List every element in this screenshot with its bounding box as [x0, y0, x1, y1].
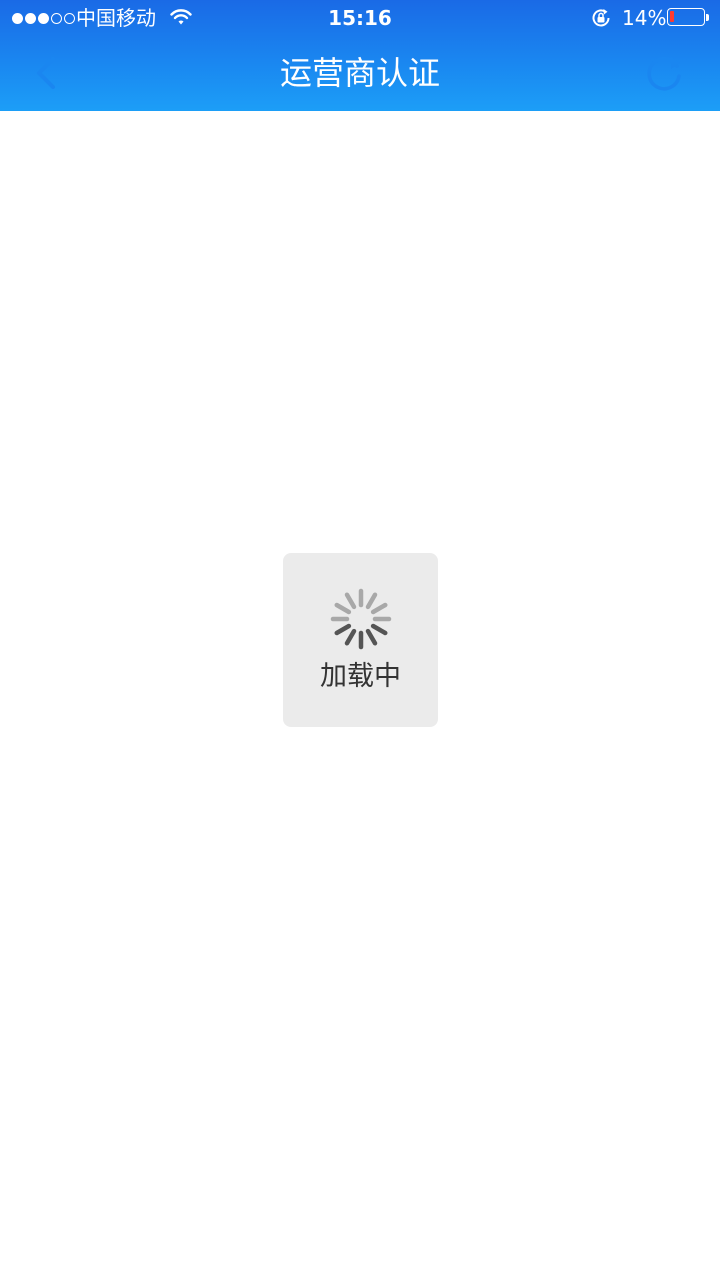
spinner-spoke [370, 623, 388, 636]
page-title: 运营商认证 [279, 54, 440, 92]
spinner-spoke [370, 602, 388, 615]
spinner-spoke [365, 628, 378, 646]
loading-toast: 加载中 [283, 553, 438, 727]
rotation-lock-icon [592, 9, 610, 27]
battery-tip [706, 14, 709, 21]
status-time: 15:16 [328, 6, 392, 30]
spinner-spoke [344, 592, 357, 610]
spinner-icon [330, 588, 392, 650]
refresh-icon[interactable] [640, 50, 688, 98]
chevron-left-icon[interactable] [22, 50, 70, 98]
spinner-spoke [365, 592, 378, 610]
status-bar: 中国移动 15:16 14% [0, 0, 720, 38]
battery-percent: 14% [622, 6, 667, 30]
spinner-spoke [334, 623, 352, 636]
battery-level [670, 11, 674, 22]
spinner-spoke [344, 628, 357, 646]
battery-icon [667, 8, 705, 26]
loading-text: 加载中 [320, 661, 401, 692]
header-bar: 中国移动 15:16 14% 运营商认证 [0, 0, 720, 111]
screen: 中国移动 15:16 14% 运营商认证 加载中 [0, 0, 720, 1280]
spinner-spoke [334, 602, 352, 615]
